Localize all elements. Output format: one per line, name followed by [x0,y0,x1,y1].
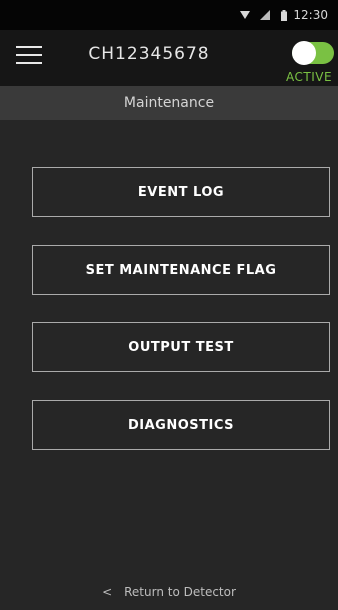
page-title: Maintenance [0,86,338,120]
toggle-knob [292,41,316,65]
return-to-detector-label: Return to Detector [124,585,236,599]
battery-icon [281,9,288,21]
toggle-status-label: ACTIVE [286,70,333,84]
set-maintenance-flag-button[interactable]: SET MAINTENANCE FLAG [32,245,330,295]
return-to-detector-link[interactable]: < Return to Detector [0,580,338,604]
active-toggle[interactable] [292,41,334,65]
status-bar: 12:30 [0,0,338,30]
device-id: CH12345678 [88,44,210,64]
status-time: 12:30 [293,8,328,22]
chevron-left-icon: < [102,585,113,599]
cell-signal-icon [260,10,271,20]
wifi-icon [240,10,251,20]
event-log-button[interactable]: EVENT LOG [32,167,330,217]
output-test-button[interactable]: OUTPUT TEST [32,322,330,372]
diagnostics-button[interactable]: DIAGNOSTICS [32,400,330,450]
app-header: CH12345678 ACTIVE [0,30,338,86]
